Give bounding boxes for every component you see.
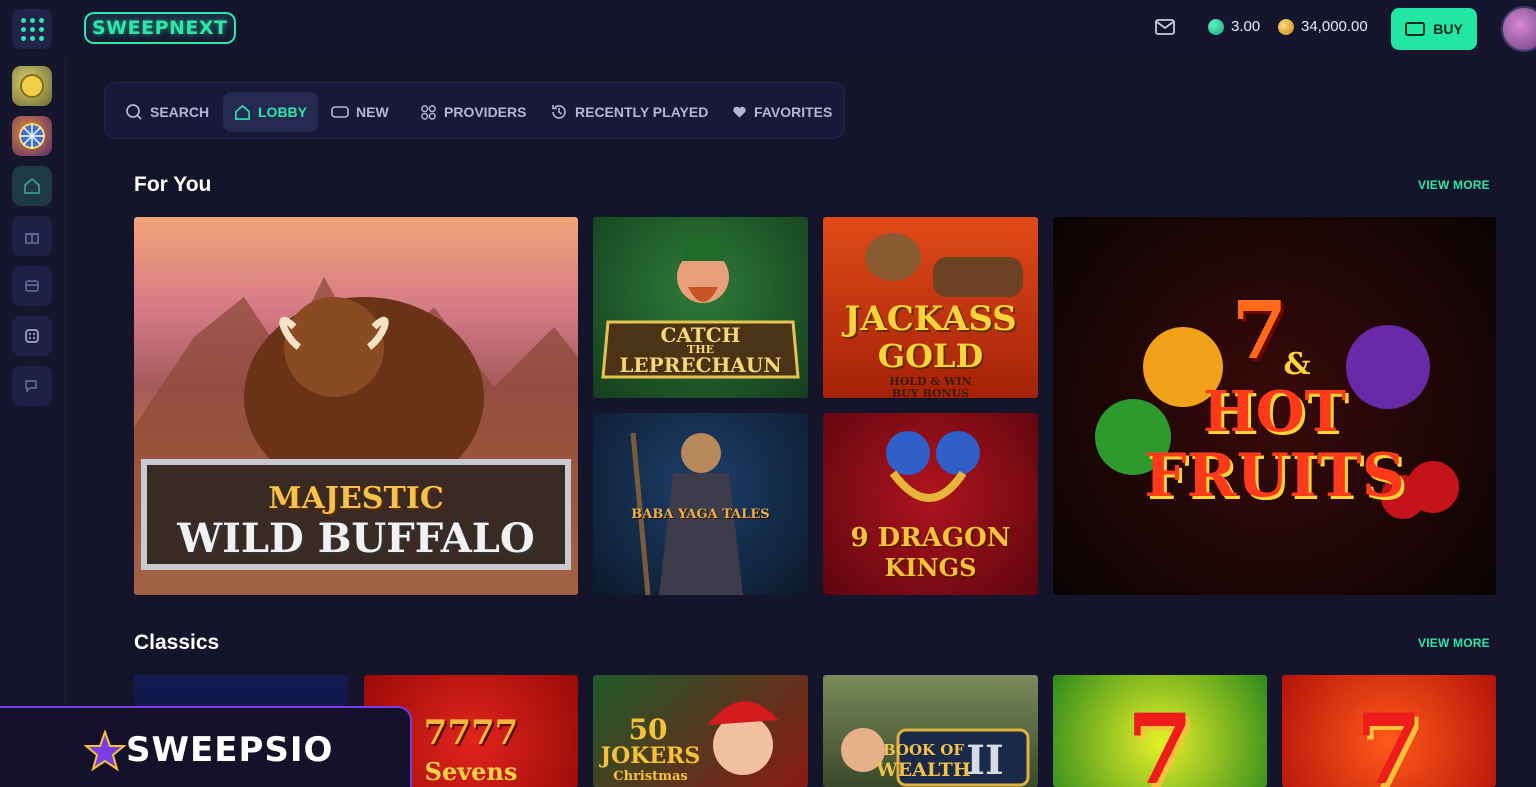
game-title-line4: BUY BONUS (891, 387, 970, 398)
home-icon (235, 104, 250, 120)
game-title-line3: II (966, 737, 1004, 784)
brand-text: SWEEPSIO (126, 730, 334, 770)
search-icon (126, 104, 142, 120)
game-title-line1: BABA YAGA TALES (631, 507, 770, 522)
tab-new[interactable]: NEW (320, 92, 400, 132)
game-title-line3: HOT (1202, 379, 1347, 445)
tab-search-label: SEARCH (150, 104, 210, 120)
game-tile-7-hot-fruits[interactable]: 7 & HOT FRUITS (1053, 217, 1496, 595)
heart-icon (733, 106, 746, 118)
tab-search[interactable]: SEARCH (114, 92, 220, 132)
gift-icon (25, 233, 39, 244)
home-icon[interactable] (12, 166, 52, 206)
game-title-line1: JACKASS (844, 299, 1017, 339)
buy-button[interactable]: BUY (1391, 8, 1477, 50)
game-title-line1: 50 (628, 713, 668, 746)
game-tile-catch-the-leprechaun[interactable]: CATCH THE LEPRECHAUN (593, 217, 808, 398)
game-title-line1: 9 DRAGON (850, 523, 1011, 553)
game-tile-majestic-wild-buffalo[interactable]: MAJESTIC WILD BUFFALO (134, 217, 578, 595)
sweeps-coin-icon (1208, 18, 1224, 35)
tab-recently-played[interactable]: RECENTLY PLAYED (539, 92, 719, 132)
game-title-line1: MAJESTIC (268, 481, 444, 516)
sweepsio-watermark: SWEEPSIO (0, 706, 412, 787)
left-sidebar (0, 58, 66, 787)
new-badge-icon (331, 106, 349, 118)
chat-icon (25, 380, 37, 393)
tab-lobby[interactable]: LOBBY (223, 92, 318, 132)
wallet-icon (1405, 22, 1426, 36)
game-tile-jackass-gold[interactable]: JACKASS GOLD HOLD & WIN BUY BONUS (823, 217, 1038, 398)
game-title-line2: WILD BUFFALO (177, 515, 535, 562)
tab-new-label: NEW (356, 104, 389, 120)
section-title-for-you: For You (134, 173, 212, 196)
star-icon (84, 730, 126, 772)
tab-lobby-label: LOBBY (258, 104, 307, 120)
game-title-line1: 7 (1126, 693, 1194, 787)
sweeps-coin-amount: 3.00 (1231, 18, 1261, 35)
home-icon (24, 177, 40, 194)
section-title-classics: Classics (134, 631, 220, 654)
chat-icon[interactable] (12, 366, 52, 406)
lobby-navigation: SEARCH LOBBY NEW PROVIDERS RECENTLY PLAY… (104, 82, 845, 139)
game-title-line3: LEPRECHAUN (619, 353, 782, 377)
tab-recently-played-label: RECENTLY PLAYED (575, 104, 709, 120)
game-title-line2: JOKERS (600, 743, 701, 769)
dice-icon[interactable] (12, 316, 52, 356)
mail-icon[interactable] (1155, 19, 1175, 35)
top-bar: SWEEPNEXT 3.00 34,000.00 BUY (0, 0, 1536, 58)
baba-yaga-art (630, 432, 743, 595)
history-icon (552, 105, 566, 119)
tab-providers[interactable]: PROVIDERS (409, 92, 537, 132)
game-tile-book-of-wealth-ii[interactable]: BOOK OF WEALTH II (823, 675, 1038, 787)
go-coin-icon[interactable] (12, 66, 52, 106)
tab-providers-label: PROVIDERS (444, 104, 527, 120)
game-tile-seven-fruits[interactable]: 7 (1282, 675, 1496, 787)
game-tile-9-dragon-kings[interactable]: 9 DRAGON KINGS (823, 413, 1038, 595)
dice-icon (25, 329, 39, 343)
game-tile-baba-yaga-tales[interactable]: BABA YAGA TALES (593, 413, 808, 595)
gold-coin-balance[interactable]: 34,000.00 (1278, 18, 1368, 35)
game-tile-50-jokers-christmas[interactable]: 50 JOKERS Christmas (593, 675, 808, 787)
avatar[interactable] (1501, 6, 1536, 52)
go-coin-icon (20, 74, 44, 98)
wheel-icon (19, 123, 45, 149)
menu-grid-button[interactable] (12, 9, 52, 49)
game-title-line3: Christmas (613, 769, 688, 784)
game-title-line2: & (1283, 347, 1311, 382)
game-tile-seven[interactable]: 7 (1053, 675, 1267, 787)
gold-coin-amount: 34,000.00 (1301, 18, 1368, 35)
tab-favorites-label: FAVORITES (754, 104, 833, 120)
game-title-line1: 7 (1355, 693, 1423, 787)
view-more-for-you-link[interactable]: VIEW MORE (1418, 178, 1490, 192)
gift-icon[interactable] (12, 216, 52, 256)
game-title-line2: GOLD (877, 337, 984, 375)
wallet-icon[interactable] (12, 266, 52, 306)
game-title-line2: KINGS (884, 553, 977, 582)
wheel-icon[interactable] (12, 116, 52, 156)
wallet-icon (25, 280, 39, 292)
buy-label: BUY (1433, 21, 1463, 37)
tab-favorites[interactable]: FAVORITES (721, 92, 843, 132)
sweeps-coin-balance[interactable]: 3.00 (1208, 18, 1260, 35)
site-logo[interactable]: SWEEPNEXT (84, 12, 236, 44)
game-title-line4: FRUITS (1144, 441, 1405, 511)
providers-icon (421, 104, 436, 120)
view-more-classics-link[interactable]: VIEW MORE (1418, 636, 1490, 650)
gold-coin-icon (1278, 18, 1294, 35)
